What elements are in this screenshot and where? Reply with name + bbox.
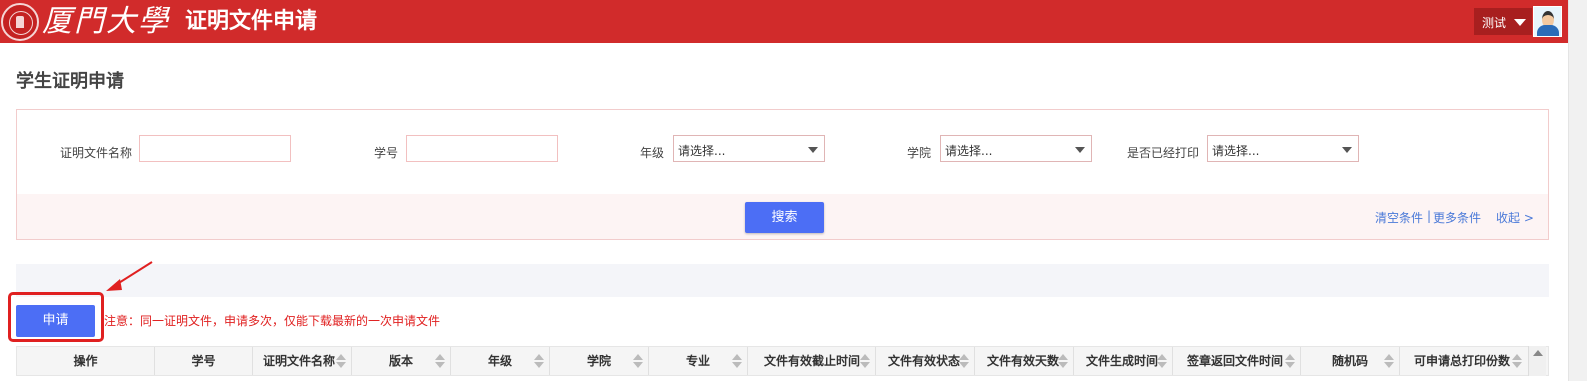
column-header[interactable]: 操作: [17, 347, 155, 375]
sort-icon[interactable]: [1512, 354, 1522, 368]
table-header: 操作 学号 证明文件名称 版本 年级 学院 专业 文件有效截止时间 文件有效状态…: [16, 346, 1549, 376]
page-title: 学生证明申请: [16, 71, 124, 92]
column-header[interactable]: 随机码: [1301, 347, 1400, 375]
search-button[interactable]: 搜索: [745, 202, 824, 233]
column-header[interactable]: 版本: [352, 347, 451, 375]
column-header[interactable]: 学号: [155, 347, 253, 375]
column-header[interactable]: 文件生成时间: [1074, 347, 1173, 375]
grade-select[interactable]: 请选择...: [673, 135, 825, 162]
user-name: 测试: [1482, 16, 1507, 30]
red-arrow-icon: [106, 261, 153, 291]
table-scrollbar[interactable]: [1528, 346, 1546, 376]
more-conditions-link[interactable]: 更多条件: [1433, 209, 1481, 226]
sort-icon[interactable]: [1285, 354, 1295, 368]
caret-down-icon: [1514, 19, 1526, 26]
user-menu-button[interactable]: 测试: [1474, 8, 1532, 35]
college-label: 学院: [907, 146, 932, 160]
search-footer: 搜索 清空条件 | 更多条件 收起 >: [17, 194, 1548, 239]
column-header[interactable]: 文件有效状态: [876, 347, 975, 375]
sort-icon[interactable]: [1384, 354, 1394, 368]
college-select-value: 请选择...: [945, 144, 993, 158]
sort-icon[interactable]: [336, 354, 346, 368]
college-select[interactable]: 请选择...: [940, 135, 1092, 162]
column-header[interactable]: 学院: [550, 347, 649, 375]
sort-icon[interactable]: [732, 354, 742, 368]
printed-select-value: 请选择...: [1212, 144, 1260, 158]
printed-select[interactable]: 请选择...: [1207, 135, 1359, 162]
sort-icon[interactable]: [534, 354, 544, 368]
university-logo-text: 厦門大學: [42, 4, 170, 39]
notice-text: 注意：同一证明文件，申请多次，仅能下载最新的一次申请文件: [104, 314, 441, 328]
sort-icon[interactable]: [1157, 354, 1167, 368]
toolbar-strip: [16, 264, 1549, 297]
app-title: 证明文件申请: [185, 9, 318, 34]
sort-icon[interactable]: [633, 354, 643, 368]
column-header[interactable]: 可申请总打印份数: [1400, 347, 1527, 375]
column-header[interactable]: 文件有效截止时间: [748, 347, 876, 375]
collapse-link[interactable]: 收起 >: [1496, 209, 1534, 226]
sort-icon[interactable]: [435, 354, 445, 368]
chevron-down-icon: [1342, 147, 1352, 153]
doc-name-label: 证明文件名称: [60, 146, 133, 160]
link-separator: |: [1427, 209, 1432, 223]
sort-icon[interactable]: [959, 354, 969, 368]
sort-icon[interactable]: [860, 354, 870, 368]
user-avatar-icon[interactable]: [1533, 6, 1562, 37]
sort-icon[interactable]: [1058, 354, 1068, 368]
page-scrollbar[interactable]: [1568, 0, 1587, 381]
grade-label: 年级: [640, 146, 665, 160]
column-header[interactable]: 签章返回文件时间: [1173, 347, 1301, 375]
university-seal-icon: [1, 3, 39, 41]
scroll-up-icon[interactable]: [1533, 350, 1543, 356]
top-bar: 厦門大學 证明文件申请 测试: [0, 0, 1568, 43]
student-id-input[interactable]: [406, 135, 558, 162]
chevron-down-icon: [808, 147, 818, 153]
column-header[interactable]: 年级: [451, 347, 550, 375]
search-panel: 证明文件名称 学号 年级 请选择... 学院 请选择... 是否已经打印 请选择…: [16, 109, 1549, 240]
column-header[interactable]: 文件有效天数: [975, 347, 1074, 375]
chevron-down-icon: [1075, 147, 1085, 153]
column-header[interactable]: 证明文件名称: [253, 347, 352, 375]
doc-name-input[interactable]: [139, 135, 291, 162]
grade-select-value: 请选择...: [678, 144, 726, 158]
clear-conditions-link[interactable]: 清空条件: [1375, 209, 1423, 226]
printed-label: 是否已经打印: [1127, 146, 1200, 160]
column-header[interactable]: 专业: [649, 347, 748, 375]
student-id-label: 学号: [374, 146, 399, 160]
apply-button[interactable]: 申请: [16, 305, 95, 337]
